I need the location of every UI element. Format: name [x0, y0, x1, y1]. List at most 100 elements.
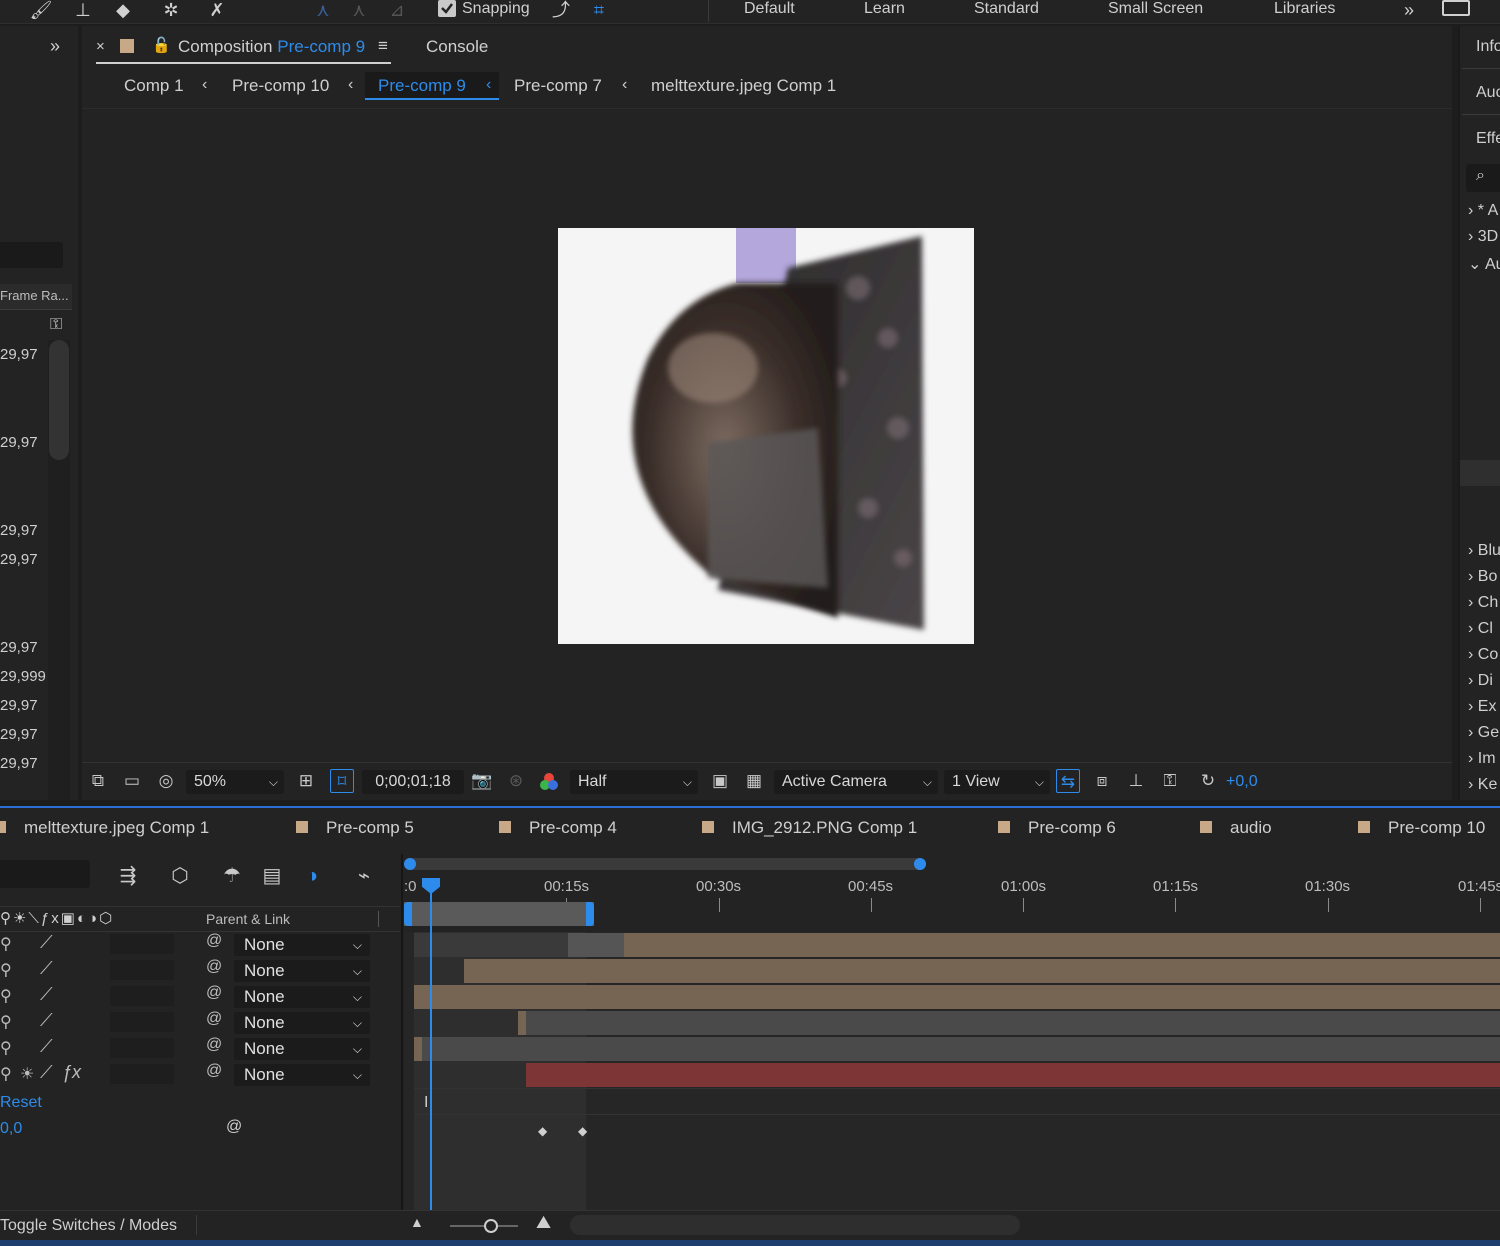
frame-blending-icon[interactable]: ▤ — [260, 864, 284, 888]
pick-whip-icon[interactable]: @ — [206, 932, 222, 950]
layer-row[interactable]: ⚲ ⟋ @ None ⌵ — [0, 984, 400, 1010]
more-workspaces-icon[interactable]: » — [1396, 0, 1422, 22]
composition-tab[interactable]: Composition Pre-comp 9 — [178, 37, 365, 57]
pick-whip-icon[interactable]: @ — [206, 1036, 222, 1054]
effects-search-input[interactable]: ⌕ — [1466, 164, 1500, 192]
project-scrollbar[interactable] — [48, 340, 70, 800]
timeline-tab[interactable]: Pre-comp 4 — [499, 818, 617, 838]
console-tab[interactable]: Console — [426, 37, 488, 57]
timeline-horizontal-scrollbar[interactable] — [570, 1215, 1020, 1235]
quality-switch-icon[interactable]: ⟋ — [40, 1062, 53, 1083]
workspace-standard[interactable]: Standard — [974, 0, 1039, 18]
close-tab-icon[interactable]: × — [96, 38, 105, 55]
search-help-icon[interactable] — [1442, 0, 1470, 16]
shy-switch-icon[interactable]: ⚲ — [0, 960, 12, 980]
shy-switch-icon[interactable]: ⚲ — [0, 1064, 12, 1084]
workspace-learn[interactable]: Learn — [864, 0, 905, 18]
timeline-search-input[interactable] — [0, 860, 90, 888]
parent-dropdown[interactable]: None ⌵ — [234, 1038, 370, 1060]
property-value[interactable]: 0,0 — [0, 1120, 22, 1138]
effects-category[interactable]: › Im — [1468, 750, 1496, 768]
switch-boxes[interactable] — [110, 986, 174, 1006]
fast-previews-icon[interactable]: ▣ — [708, 769, 732, 793]
pick-whip-icon[interactable]: @ — [206, 1062, 222, 1080]
reset-link[interactable]: Reset — [0, 1094, 42, 1112]
timeline-tab[interactable]: Pre-comp 10 — [1358, 818, 1485, 838]
layer-bar[interactable] — [568, 933, 624, 957]
effects-panel-tab[interactable]: Effe — [1476, 130, 1500, 148]
zoom-slider[interactable] — [450, 1219, 518, 1233]
parent-dropdown[interactable]: None ⌵ — [234, 1064, 370, 1086]
audio-panel-tab[interactable]: Auc — [1476, 84, 1500, 102]
parent-dropdown[interactable]: None ⌵ — [234, 986, 370, 1008]
quality-switch-icon[interactable]: ⟋ — [40, 958, 53, 979]
quality-switch-icon[interactable]: ⟋ — [40, 984, 53, 1005]
layer-bars-area[interactable]: ◆ ◆ — [404, 932, 1500, 1210]
current-time-indicator[interactable] — [430, 878, 432, 1212]
breadcrumb-melttexture-comp[interactable]: melttexture.jpeg Comp 1 — [651, 76, 836, 96]
effects-category[interactable]: › Ex — [1468, 698, 1496, 716]
motion-blur-icon[interactable]: ◑ — [300, 864, 324, 888]
brush-tool-icon[interactable]: 🖌 — [28, 0, 54, 22]
always-preview-icon[interactable]: ⧉ — [86, 769, 110, 793]
parent-dropdown[interactable]: None ⌵ — [234, 960, 370, 982]
effects-category[interactable]: › Ch — [1468, 594, 1498, 612]
switch-boxes[interactable] — [110, 1012, 174, 1032]
graph-editor-icon[interactable]: ⌁ — [352, 864, 376, 888]
resolution-dropdown[interactable]: Half ⌵ — [570, 770, 698, 794]
timeline-tab[interactable]: Pre-comp 5 — [296, 818, 414, 838]
effects-category[interactable]: › Bo — [1468, 568, 1497, 586]
parent-dropdown[interactable]: None ⌵ — [234, 934, 370, 956]
workspace-default[interactable]: Default — [744, 0, 795, 18]
keyframe-icon[interactable]: ◆ — [578, 1124, 587, 1138]
hide-shy-layers-icon[interactable]: ☂ — [220, 864, 244, 888]
effects-category[interactable]: › Ke — [1468, 776, 1497, 794]
pick-whip-icon[interactable]: @ — [206, 958, 222, 976]
zoom-in-icon[interactable]: ⛰ — [536, 1212, 551, 1233]
effects-category[interactable]: › Co — [1468, 646, 1498, 664]
workspace-small-screen[interactable]: Small Screen — [1108, 0, 1203, 18]
composition-viewer[interactable] — [82, 108, 1452, 758]
effects-category[interactable]: › Di — [1468, 672, 1493, 690]
keyframe-icon[interactable]: ◆ — [538, 1124, 547, 1138]
clone-stamp-tool-icon[interactable]: ⊥ — [70, 0, 96, 22]
color-channels-icon[interactable] — [540, 773, 560, 793]
transparency-grid-icon[interactable]: ▦ — [742, 769, 766, 793]
layer-bar[interactable] — [414, 985, 1500, 1009]
composition-mini-flowchart-icon[interactable]: ⇶ — [116, 864, 140, 888]
zoom-out-icon[interactable]: ▲ — [410, 1214, 424, 1230]
camera-view-dropdown[interactable]: Active Camera ⌵ — [774, 770, 938, 794]
layer-bar[interactable] — [518, 1011, 1500, 1035]
pick-whip-icon[interactable]: @ — [206, 1010, 222, 1028]
timeline-icon[interactable]: ⊥ — [1124, 769, 1148, 793]
parent-dropdown[interactable]: None ⌵ — [234, 1012, 370, 1034]
roto-brush-tool-icon[interactable]: ✲ — [158, 0, 184, 22]
flowchart-icon[interactable]: ⚿ — [50, 316, 62, 334]
quality-switch-icon[interactable]: ⟋ — [40, 932, 53, 953]
monitor-icon[interactable]: ▭ — [120, 769, 144, 793]
draft-3d-icon[interactable]: ⬡ — [168, 864, 192, 888]
switch-boxes[interactable] — [110, 960, 174, 980]
layer-bar[interactable] — [414, 933, 568, 957]
toggle-switches-modes[interactable]: Toggle Switches / Modes — [0, 1217, 177, 1235]
grid-guides-icon[interactable]: ⊞ — [294, 769, 318, 793]
effects-category-expanded[interactable]: ⌄ Au — [1468, 254, 1500, 274]
layer-bar[interactable] — [624, 933, 1500, 957]
fast-draft-icon[interactable]: ⧈ — [1090, 769, 1114, 793]
show-snapshot-icon[interactable]: ⊛ — [504, 769, 528, 793]
view-axis-icon[interactable]: ⊿ — [384, 0, 410, 22]
switch-boxes[interactable] — [110, 934, 174, 954]
breadcrumb-pre-comp-9[interactable]: Pre-comp 9 — [378, 76, 466, 96]
layer-bar[interactable] — [526, 1063, 1500, 1087]
effects-category[interactable]: › Ge — [1468, 724, 1499, 742]
snap-edges-icon[interactable]: ⤴ — [548, 0, 574, 22]
exposure-value[interactable]: +0,0 — [1226, 770, 1258, 794]
layer-row[interactable]: ⚲ ⟋ @ None ⌵ — [0, 958, 400, 984]
layer-bar[interactable] — [464, 959, 1500, 983]
breadcrumb-pre-comp-10[interactable]: Pre-comp 10 — [232, 76, 329, 96]
puppet-pin-tool-icon[interactable]: ✗ — [204, 0, 230, 22]
pick-whip-icon[interactable]: @ — [226, 1118, 242, 1136]
pick-whip-icon[interactable]: @ — [206, 984, 222, 1002]
shy-switch-icon[interactable]: ⚲ — [0, 1012, 12, 1032]
effects-category[interactable]: › * A — [1468, 202, 1498, 220]
